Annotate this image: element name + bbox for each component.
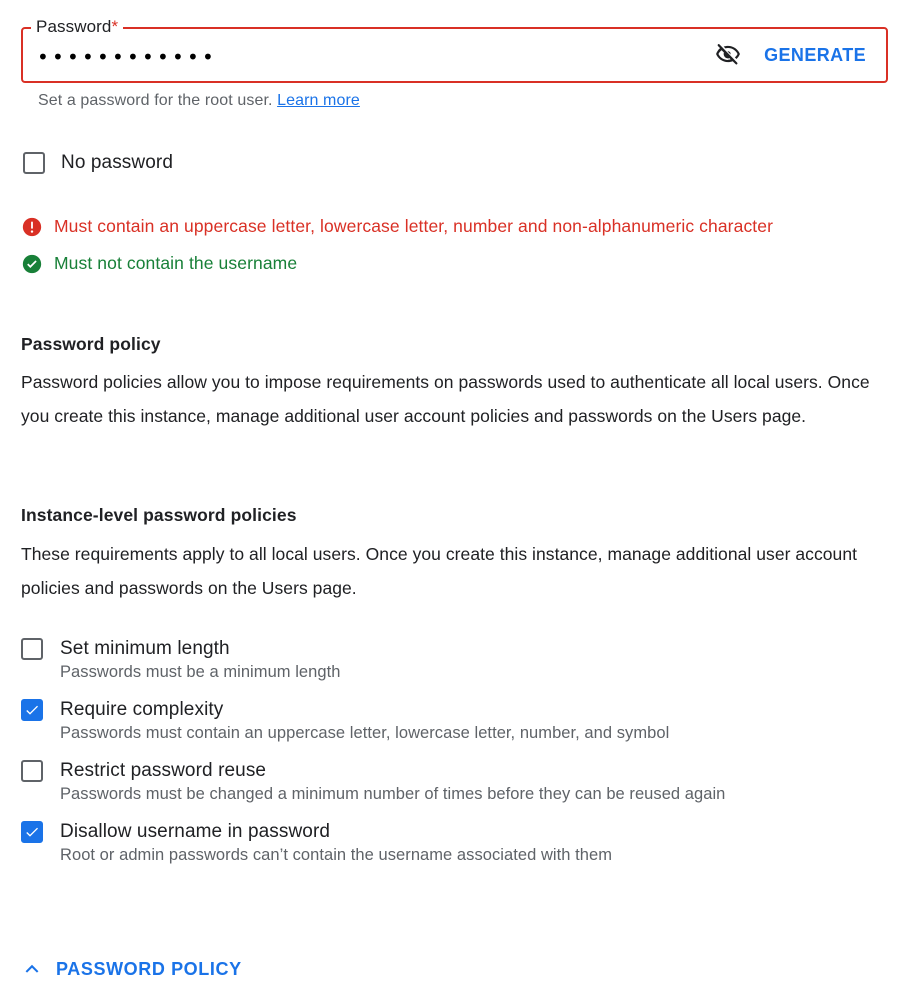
policy-option-description: Root or admin passwords can’t contain th… xyxy=(60,846,612,864)
policy-options-list: Set minimum length Passwords must be a m… xyxy=(21,638,891,865)
checkmark-icon xyxy=(24,824,40,840)
password-settings-panel: Password* •••••••••••• GENERATE Set a pa… xyxy=(0,0,914,1000)
chevron-up-icon xyxy=(21,957,43,982)
policy-option-row[interactable]: Restrict password reuse xyxy=(21,760,891,782)
policy-option-label: Restrict password reuse xyxy=(60,760,267,781)
error-icon xyxy=(21,216,43,238)
policy-option-row[interactable]: Set minimum length xyxy=(21,638,891,660)
password-policy-heading: Password policy xyxy=(21,334,161,354)
policy-option-set-minimum-length: Set minimum length Passwords must be a m… xyxy=(21,638,891,682)
instance-policy-description: These requirements apply to all local us… xyxy=(21,544,858,598)
validation-message-error: Must contain an uppercase letter, lowerc… xyxy=(21,210,891,243)
password-field-container: Password* •••••••••••• GENERATE xyxy=(21,16,888,83)
validation-message-success: Must not contain the username xyxy=(21,247,891,280)
policy-option-restrict-password-reuse: Restrict password reuse Passwords must b… xyxy=(21,760,891,804)
policy-option-require-complexity: Require complexity Passwords must contai… xyxy=(21,699,891,743)
password-validation-messages: Must contain an uppercase letter, lowerc… xyxy=(21,210,891,280)
password-policy-expander-button[interactable]: PASSWORD POLICY xyxy=(19,953,244,986)
password-input[interactable]: •••••••••••• xyxy=(37,44,708,67)
check-circle-icon xyxy=(21,253,43,275)
policy-option-description: Passwords must be changed a minimum numb… xyxy=(60,785,726,803)
policy-option-label: Set minimum length xyxy=(60,638,230,659)
set-minimum-length-checkbox[interactable] xyxy=(21,638,43,660)
require-complexity-checkbox[interactable] xyxy=(21,699,43,721)
visibility-off-icon xyxy=(715,41,741,70)
restrict-password-reuse-checkbox[interactable] xyxy=(21,760,43,782)
password-helper-text: Set a password for the root user. Learn … xyxy=(38,92,360,110)
password-policy-expander-label: PASSWORD POLICY xyxy=(56,959,242,979)
disallow-username-in-password-checkbox[interactable] xyxy=(21,821,43,843)
no-password-row[interactable]: No password xyxy=(23,152,173,174)
checkmark-icon xyxy=(24,702,40,718)
validation-error-text: Must contain an uppercase letter, lowerc… xyxy=(54,216,774,236)
generate-password-button[interactable]: GENERATE xyxy=(754,39,874,72)
policy-option-label: Require complexity xyxy=(60,699,224,720)
policy-option-description: Passwords must be a minimum length xyxy=(60,663,341,681)
learn-more-link[interactable]: Learn more xyxy=(277,92,360,109)
toggle-password-visibility-button[interactable] xyxy=(708,35,748,75)
policy-option-description: Passwords must contain an uppercase lett… xyxy=(60,724,670,742)
policy-option-label: Disallow username in password xyxy=(60,821,331,842)
password-field-inner: •••••••••••• GENERATE xyxy=(21,27,888,83)
policy-option-row[interactable]: Disallow username in password xyxy=(21,821,891,843)
policy-option-disallow-username-in-password: Disallow username in password Root or ad… xyxy=(21,821,891,865)
no-password-checkbox[interactable] xyxy=(23,152,45,174)
no-password-label: No password xyxy=(61,152,173,173)
helper-text-body: Set a password for the root user. xyxy=(38,92,273,109)
instance-policy-heading: Instance-level password policies xyxy=(21,505,297,525)
validation-success-text: Must not contain the username xyxy=(54,253,298,273)
password-policy-description: Password policies allow you to impose re… xyxy=(21,372,870,426)
policy-option-row[interactable]: Require complexity xyxy=(21,699,891,721)
